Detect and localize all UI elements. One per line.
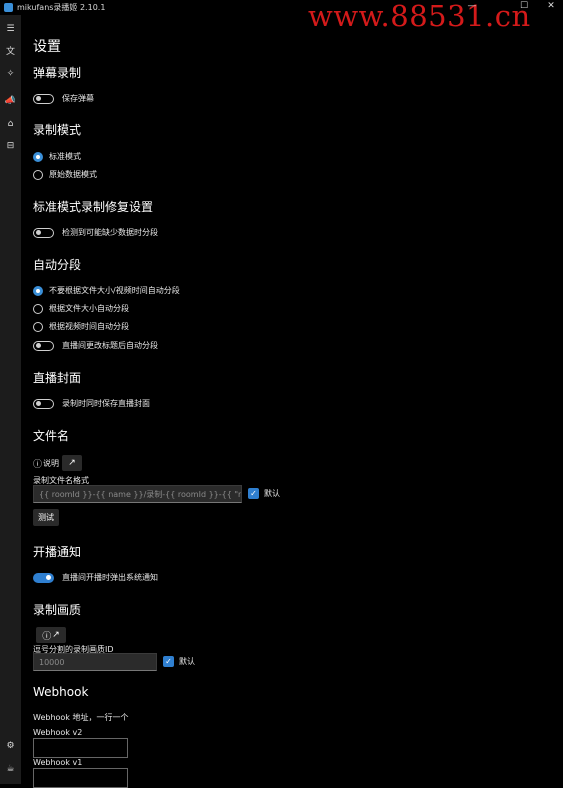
radio-button[interactable]	[33, 169, 43, 180]
menu-icon[interactable]: ☰	[0, 20, 21, 38]
record-mode-heading: 录制模式	[33, 123, 82, 137]
record-mode-option[interactable]: 标准模式	[33, 151, 81, 162]
notify-label: 直播间开播时弹出系统通知	[62, 573, 158, 582]
webhook-v1-label: Webhook v1	[33, 758, 83, 767]
record-mode-standard-label: 标准模式	[49, 152, 81, 161]
inbox-icon[interactable]: ⊟	[0, 137, 21, 155]
auto-split-option[interactable]: 根据文件大小自动分段	[33, 303, 129, 314]
checkbox-checked-icon[interactable]: ✓	[163, 656, 174, 667]
webhook-v1-input[interactable]	[33, 768, 128, 788]
notify-toggle[interactable]	[33, 572, 54, 583]
filename-heading: 文件名	[33, 429, 70, 443]
page-title: 设置	[33, 39, 61, 55]
fix-split-row[interactable]: 检测到可能缺少数据时分段	[33, 227, 158, 238]
webhook-v2-label: Webhook v2	[33, 728, 83, 737]
translate-icon[interactable]: 文	[0, 41, 21, 59]
record-mode-raw-label: 原始数据模式	[49, 170, 97, 179]
info-icon: ⓘ	[42, 631, 52, 642]
filename-default-checkbox-row[interactable]: ✓ 默认	[248, 488, 280, 499]
open-external-icon: ↗	[52, 630, 60, 640]
record-mode-option[interactable]: 原始数据模式	[33, 169, 97, 180]
auto-split-title-row[interactable]: 直播间更改标题后自动分段	[33, 340, 158, 351]
auto-split-heading: 自动分段	[33, 258, 82, 272]
open-external-icon[interactable]: ↗	[62, 455, 83, 471]
radio-button[interactable]	[33, 285, 43, 296]
danmaku-heading: 弹幕录制	[33, 66, 82, 80]
home-icon[interactable]: ⌂	[0, 115, 21, 133]
auto-split-title-toggle[interactable]	[33, 340, 54, 351]
test-button[interactable]: 测试	[33, 509, 59, 526]
auto-split-option[interactable]: 根据视频时间自动分段	[33, 321, 129, 332]
danmaku-save-toggle[interactable]	[33, 93, 54, 104]
cover-save-label: 录制时同时保存直播封面	[62, 399, 150, 408]
announce-icon[interactable]: 📣	[0, 92, 21, 110]
cover-save-row[interactable]: 录制时同时保存直播封面	[33, 398, 150, 409]
info-icon[interactable]: ⓘ	[33, 457, 42, 470]
auto-split-option[interactable]: 不要根据文件大小/视频时间自动分段	[33, 285, 180, 296]
maximize-button[interactable]: ☐	[514, 1, 534, 11]
minimize-button[interactable]: —	[462, 1, 482, 11]
notify-heading: 开播通知	[33, 545, 82, 559]
auto-split-none-label: 不要根据文件大小/视频时间自动分段	[49, 286, 180, 295]
radio-button[interactable]	[33, 151, 43, 162]
notify-row[interactable]: 直播间开播时弹出系统通知	[33, 572, 158, 583]
checkbox-checked-icon[interactable]: ✓	[248, 488, 259, 499]
danmaku-save-row[interactable]: 保存弹幕	[33, 93, 94, 104]
auto-split-size-label: 根据文件大小自动分段	[49, 304, 129, 313]
webhook-v2-input[interactable]	[33, 738, 128, 758]
webhook-heading: Webhook	[33, 685, 89, 699]
window-title: mikufans录播姬 2.10.1	[17, 3, 106, 12]
quality-heading: 录制画质	[33, 603, 82, 617]
radio-button[interactable]	[33, 303, 43, 314]
fix-split-label: 检测到可能缺少数据时分段	[62, 228, 158, 237]
radio-button[interactable]	[33, 321, 43, 332]
filename-format-input[interactable]: {{ roomId }}-{{ name }}/录制-{{ roomId }}-…	[33, 485, 242, 503]
cover-save-toggle[interactable]	[33, 398, 54, 409]
quality-default-checkbox-row[interactable]: ✓ 默认	[163, 656, 195, 667]
coffee-icon[interactable]: ☕	[0, 760, 21, 778]
quality-default-label: 默认	[179, 657, 195, 666]
fix-heading: 标准模式录制修复设置	[33, 200, 154, 214]
settings-icon[interactable]: ⚙	[0, 737, 21, 755]
auto-split-time-label: 根据视频时间自动分段	[49, 322, 129, 331]
quality-input[interactable]: 10000	[33, 653, 157, 671]
danmaku-save-label: 保存弹幕	[62, 94, 94, 103]
quality-info-button[interactable]: ⓘ ↗	[36, 627, 66, 643]
filename-info-row: ⓘ 说明 ↗	[33, 455, 83, 471]
filename-info-label[interactable]: 说明	[43, 458, 59, 469]
cover-heading: 直播封面	[33, 371, 82, 385]
close-button[interactable]: ✕	[541, 1, 561, 11]
magic-icon[interactable]: ✧	[0, 65, 21, 83]
app-logo-icon	[4, 3, 13, 12]
fix-split-toggle[interactable]	[33, 227, 54, 238]
nav-rail: ☰ 文 ✧ 📣 ⌂ ⊟ ⚙ ☕	[0, 15, 21, 784]
watermark: www.88531.cn	[308, 0, 531, 33]
quality-placeholder: 10000	[39, 657, 65, 667]
filename-default-label: 默认	[264, 489, 280, 498]
settings-page: 设置 弹幕录制 保存弹幕 录制模式 标准模式 原始数据模式 标准模式录制修复设置…	[21, 15, 563, 788]
webhook-description: Webhook 地址，一行一个	[33, 713, 129, 722]
auto-split-title-label: 直播间更改标题后自动分段	[62, 341, 158, 350]
